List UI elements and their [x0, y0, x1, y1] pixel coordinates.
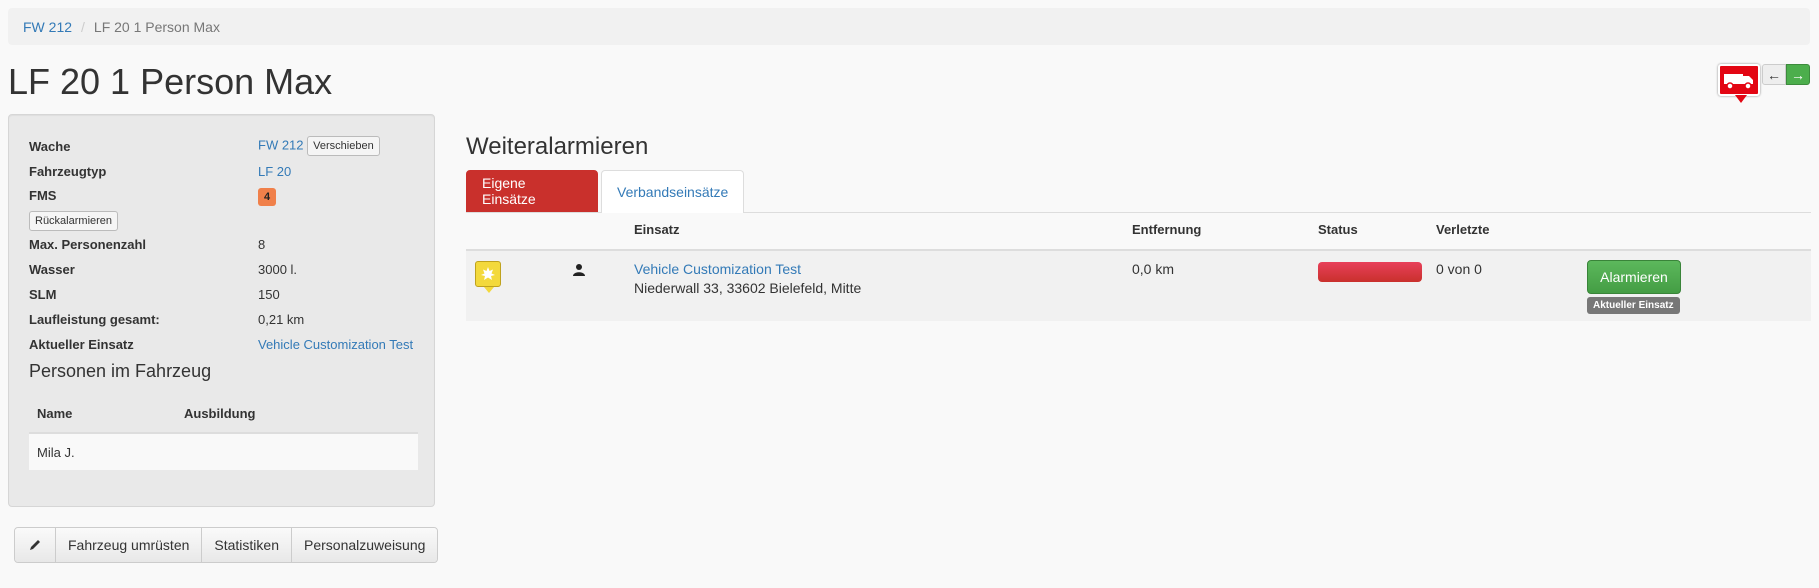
mission-type-icon	[475, 261, 501, 293]
slm-label: SLM	[29, 287, 57, 302]
personenzahl-label: Max. Personenzahl	[29, 237, 147, 252]
vehicle-navigation: ← →	[1762, 64, 1810, 85]
breadcrumb-separator: /	[81, 18, 85, 35]
wache-link[interactable]: FW 212	[258, 137, 304, 152]
mission-table-header: Einsatz Entfernung Status Verletzte	[466, 212, 1811, 251]
table-row: Vehicle Customization Test Niederwall 33…	[466, 251, 1811, 321]
wasser-label: Wasser	[29, 262, 75, 277]
breadcrumb-current: LF 20 1 Person Max	[93, 18, 220, 35]
mission-tabs: Eigene Einsätze Verbandseinsätze	[466, 170, 1811, 213]
page-title: LF 20 1 Person Max	[8, 61, 333, 102]
info-row-wache: Wache FW 212 Verschieben	[29, 136, 380, 156]
fahrzeug-umruesten-button[interactable]: Fahrzeug umrüsten	[55, 528, 202, 562]
rueckalarmieren-button[interactable]: Rückalarmieren	[29, 211, 119, 231]
wasser-value: 3000 l.	[258, 262, 298, 277]
aktueller-einsatz-badge: Aktueller Einsatz	[1587, 297, 1680, 314]
vehicle-map-marker-icon	[1718, 64, 1760, 103]
mission-table: Einsatz Entfernung Status Verletzte Vehi…	[466, 212, 1811, 321]
vehicle-info-panel: Wache FW 212 Verschieben Fahrzeugtyp LF …	[8, 114, 435, 507]
fire-icon	[481, 267, 495, 280]
fms-status-badge: 4	[258, 188, 277, 206]
mission-distance: 0,0 km	[1132, 261, 1175, 277]
column-header-entfernung: Entfernung	[1132, 222, 1202, 237]
info-row-personenzahl: Max. Personenzahl 8	[29, 236, 265, 254]
info-row-laufleistung: Laufleistung gesamt: 0,21 km	[29, 311, 304, 329]
info-row-wasser: Wasser 3000 l.	[29, 261, 297, 279]
personalzuweisung-button[interactable]: Personalzuweisung	[291, 528, 438, 562]
fms-label: FMS	[29, 188, 57, 203]
alarmieren-button[interactable]: Alarmieren	[1587, 260, 1681, 294]
statistiken-button[interactable]: Statistiken	[201, 528, 291, 562]
column-header-status: Status	[1318, 222, 1358, 237]
breadcrumb-link-wache[interactable]: FW 212	[23, 19, 72, 35]
personen-title: Personen im Fahrzeug	[29, 361, 212, 381]
column-header-verletzte: Verletzte	[1436, 222, 1490, 237]
arrow-left-icon[interactable]: ←	[1762, 64, 1786, 85]
mission-status-bar	[1318, 262, 1422, 282]
column-header-name: Name	[37, 406, 73, 421]
info-row-slm: SLM 150	[29, 286, 280, 304]
pencil-icon	[30, 540, 40, 550]
fire-truck-icon	[1724, 74, 1753, 90]
arrow-right-icon[interactable]: →	[1786, 64, 1810, 85]
person-name: Mila J.	[37, 444, 75, 460]
laufleistung-label: Laufleistung gesamt:	[29, 312, 160, 327]
slm-value: 150	[258, 287, 280, 302]
mission-verletzte: 0 von 0	[1436, 261, 1482, 277]
weiteralarmieren-title: Weiteralarmieren	[466, 133, 649, 160]
fahrzeugtyp-link[interactable]: LF 20	[258, 163, 291, 181]
info-row-aktueller-einsatz: Aktueller Einsatz Vehicle Customization …	[29, 336, 413, 354]
info-row-fahrzeugtyp: Fahrzeugtyp LF 20	[29, 163, 291, 181]
table-row: Mila J.	[29, 434, 418, 470]
edit-button[interactable]	[15, 528, 55, 562]
aktueller-einsatz-label: Aktueller Einsatz	[29, 337, 134, 352]
person-icon	[573, 264, 585, 276]
verschieben-button[interactable]: Verschieben	[307, 136, 380, 156]
laufleistung-value: 0,21 km	[258, 312, 305, 327]
tab-verbandseinsaetze[interactable]: Verbandseinsätze	[601, 170, 744, 213]
vehicle-action-buttons: Fahrzeug umrüsten Statistiken Personalzu…	[14, 527, 439, 563]
personen-table-header: Name Ausbildung	[29, 395, 418, 434]
wache-label: Wache	[29, 139, 71, 154]
breadcrumb: FW 212 / LF 20 1 Person Max	[8, 8, 1810, 45]
mission-link[interactable]: Vehicle Customization Test	[634, 261, 801, 277]
personenzahl-value: 8	[258, 237, 266, 252]
mission-address: Niederwall 33, 33602 Bielefeld, Mitte	[634, 280, 862, 296]
info-row-fms: FMS 4	[29, 187, 277, 206]
tab-eigene-einsaetze[interactable]: Eigene Einsätze	[466, 170, 598, 212]
column-header-einsatz: Einsatz	[634, 222, 680, 237]
fahrzeugtyp-label: Fahrzeugtyp	[29, 164, 107, 179]
aktueller-einsatz-link[interactable]: Vehicle Customization Test	[258, 336, 413, 354]
column-header-ausbildung: Ausbildung	[184, 406, 256, 421]
personen-table: Name Ausbildung Mila J.	[29, 395, 418, 470]
